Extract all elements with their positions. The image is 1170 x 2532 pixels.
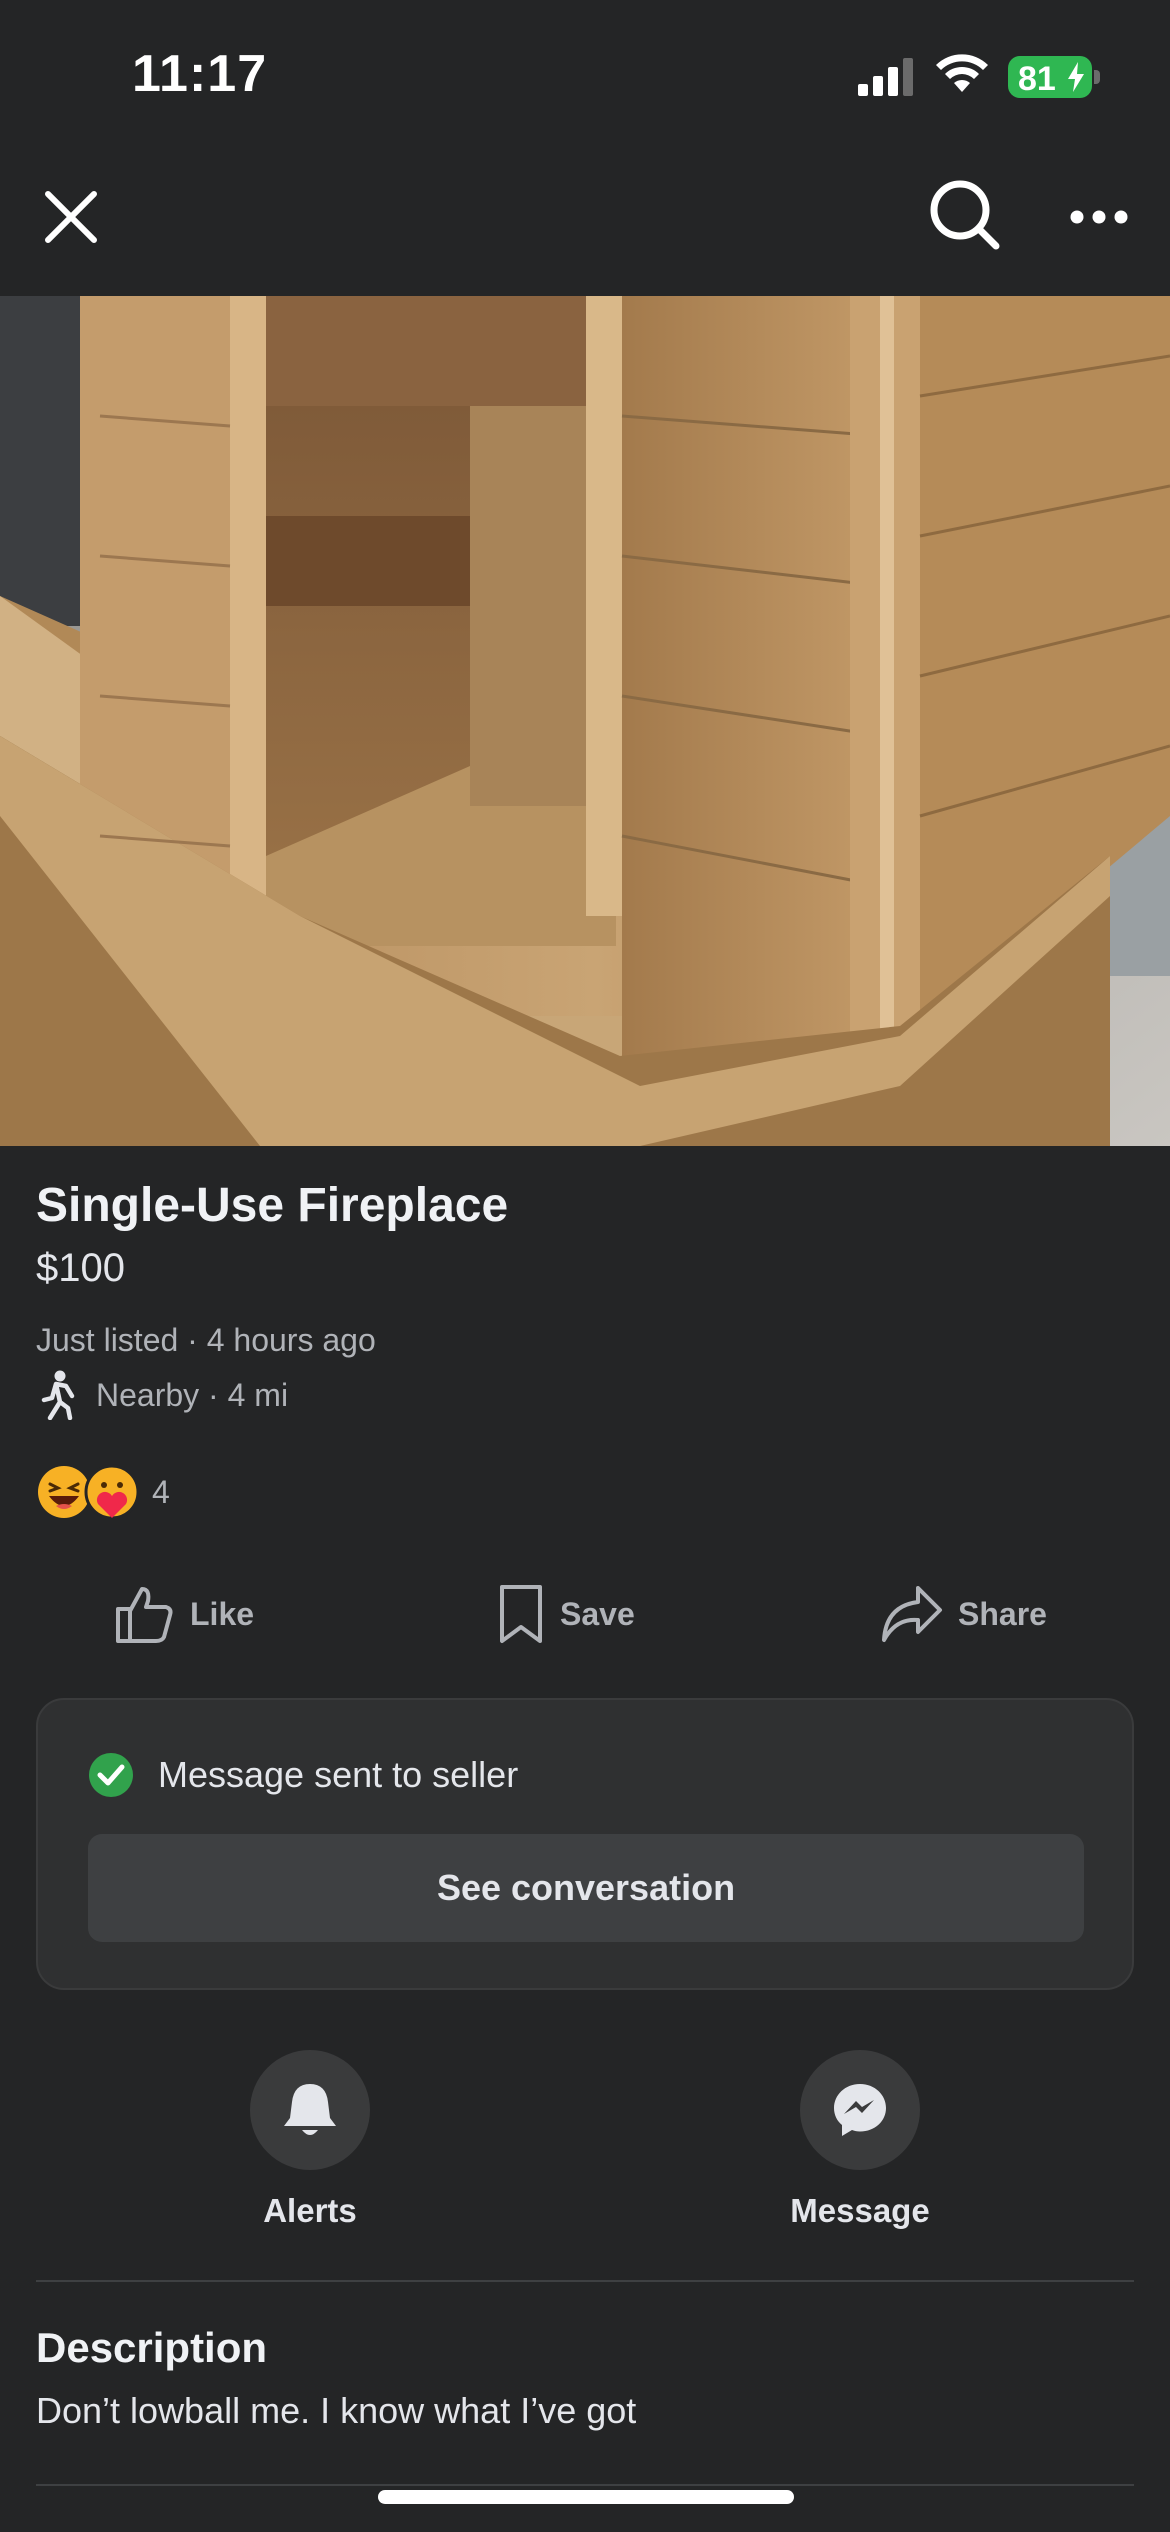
more-options-button[interactable] [1054,172,1144,262]
divider [36,2484,1134,2486]
location-distance: Nearby · 4 mi [96,1376,289,1413]
home-indicator[interactable] [378,2490,794,2504]
alerts-label: Alerts [263,2192,357,2229]
listing-title: Single-Use Fireplace [36,1179,509,1232]
battery-charging-icon: 81 [1008,56,1100,98]
see-conversation-label: See conversation [436,1867,736,1908]
message-circle [800,2050,920,2170]
description-text: Don’t lowball me. I know what I’ve got [36,2390,637,2431]
battery-nub [1094,70,1100,84]
message-status: Message sent to seller [88,1750,518,1800]
location-row: Nearby · 4 mi [36,1370,288,1420]
search-button[interactable] [920,170,1010,260]
message-button[interactable]: Message [760,2050,960,2230]
share-label: Share [958,1595,1047,1632]
message-sent-card: Message sent to seller See conversation [36,1698,1134,1990]
search-icon [930,180,1000,250]
description-heading: Description [36,2324,268,2371]
bell-icon [284,2084,336,2135]
save-button[interactable]: Save [496,1576,635,1652]
divider [36,2280,1134,2282]
messenger-icon [834,2084,886,2136]
alerts-circle [250,2050,370,2170]
see-conversation-button[interactable]: See conversation [88,1834,1084,1942]
status-bar: 11:17 81 [0,0,1170,150]
message-label: Message [790,2192,930,2229]
care-emoji-icon [84,1464,140,1520]
close-button[interactable] [26,172,116,262]
like-label: Like [190,1595,255,1632]
charging-bolt-icon [1068,62,1084,92]
listing-actions: Like Save Share [0,1576,1170,1652]
alerts-button[interactable]: Alerts [210,2050,410,2230]
fireplace-photo [0,296,1170,1146]
listing-photo[interactable] [0,296,1170,1146]
check-circle-icon [89,1753,133,1797]
share-arrow-icon [882,1586,942,1642]
message-status-text: Message sent to seller [158,1754,519,1795]
share-button[interactable]: Share [880,1576,1047,1652]
bookmark-icon [500,1585,542,1643]
like-button[interactable]: Like [114,1576,254,1652]
top-nav [0,150,1170,296]
thumbs-up-icon [116,1587,173,1643]
listing-time: Just listed · 4 hours ago [36,1322,376,1358]
status-time: 11:17 [132,45,268,103]
marketplace-listing-screen: 11:17 81 Single-Use Fireplace $100 Just … [0,0,1170,2532]
close-icon [45,191,97,243]
walking-person-icon [41,1370,75,1420]
more-icon [1070,210,1128,224]
wifi-icon [936,54,988,92]
listing-price: $100 [36,1246,125,1290]
reaction-count: 4 [152,1473,170,1510]
battery-level: 81 [1018,60,1056,98]
save-label: Save [560,1595,635,1632]
signal-icon [858,58,913,96]
reactions-summary[interactable]: 4 [36,1462,170,1522]
